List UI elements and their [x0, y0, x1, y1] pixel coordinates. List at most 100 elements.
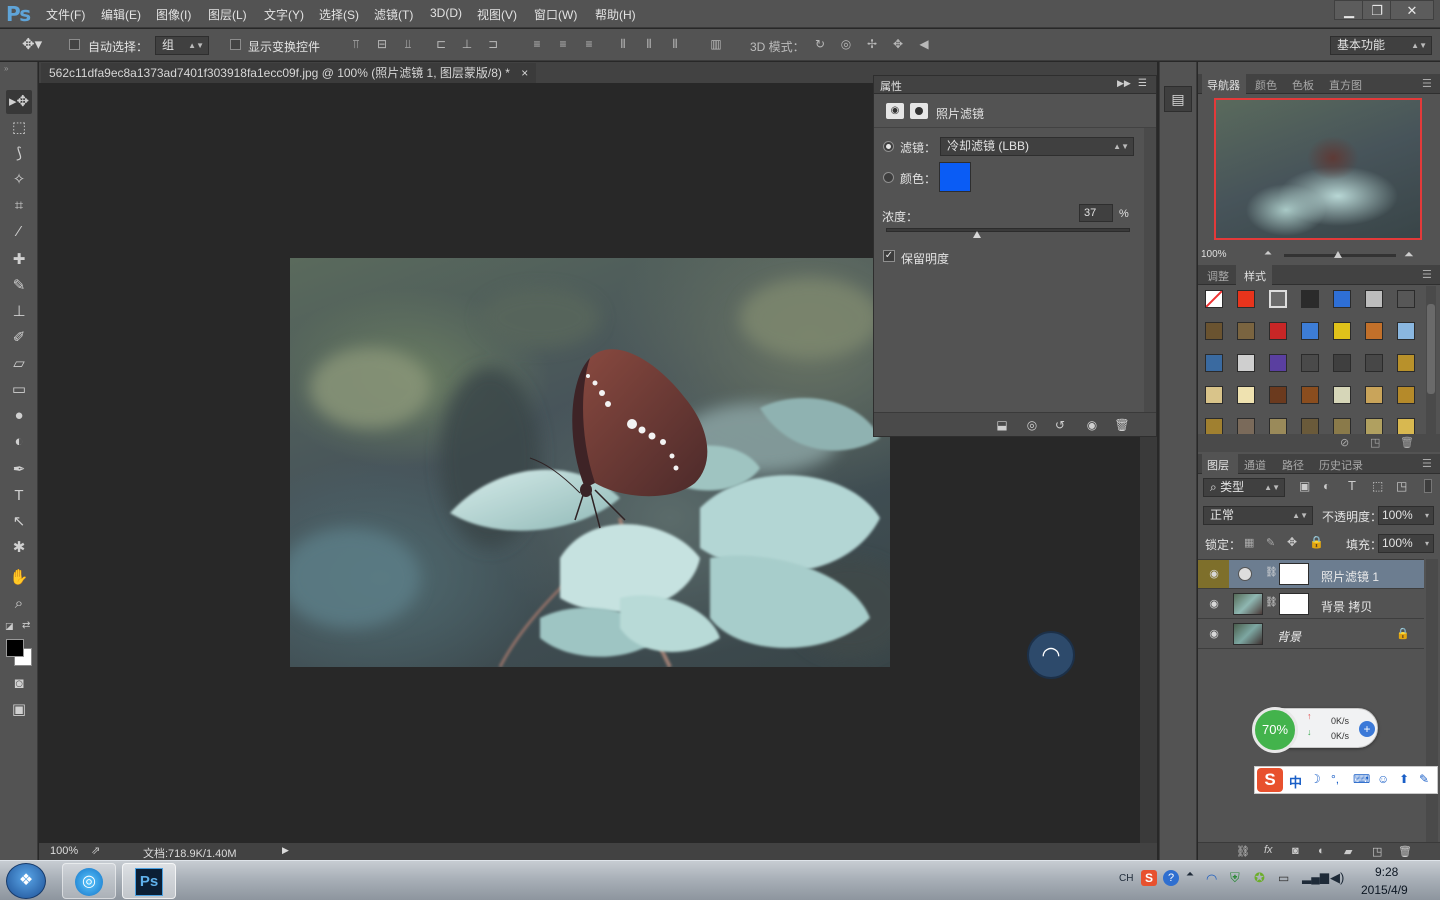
lock-transparent-icon[interactable]: ▦ — [1244, 536, 1254, 549]
new-style-icon[interactable]: ◳ — [1370, 436, 1380, 449]
layer-name[interactable]: 背景 拷贝 — [1321, 598, 1372, 615]
minimize-button[interactable]: ▁ — [1334, 0, 1364, 20]
pen-tool-icon[interactable]: ✒ — [6, 458, 32, 482]
style-preset-swatch[interactable] — [1333, 386, 1351, 404]
style-preset-swatch[interactable] — [1269, 386, 1287, 404]
network-tray-icon[interactable]: ▭ — [1278, 871, 1289, 885]
filter-radio[interactable] — [883, 141, 894, 152]
auto-select-dropdown[interactable]: 组 ▲▼ — [155, 36, 209, 55]
view-previous-state-icon[interactable]: ◎ — [1024, 418, 1040, 432]
menu-help[interactable]: 帮助(H) — [595, 6, 636, 23]
align-bottom-icon[interactable]: ⫫ — [401, 37, 415, 51]
eye-icon[interactable]: ◉ — [1207, 628, 1221, 640]
maximize-button[interactable]: ❐ — [1362, 0, 1392, 20]
menu-image[interactable]: 图像(I) — [156, 6, 191, 23]
align-top-icon[interactable]: ⫪ — [349, 37, 363, 51]
clone-stamp-tool-icon[interactable]: ⊥ — [6, 300, 32, 324]
layer-row[interactable]: ◉ 背景 🔒 — [1198, 620, 1424, 649]
tab-histogram[interactable]: 直方图 — [1329, 77, 1362, 93]
align-left-icon[interactable]: ⊏ — [434, 37, 448, 51]
tab-adjustments[interactable]: 调整 — [1207, 268, 1229, 284]
zoom-slider-thumb[interactable] — [1334, 251, 1342, 258]
move-tool-icon[interactable]: ▸✥ — [6, 90, 32, 114]
layer-name[interactable]: 照片滤镜 1 — [1321, 568, 1379, 585]
properties-dock-icon[interactable]: ▤ — [1164, 86, 1192, 112]
3d-scale-icon[interactable]: ◀ — [917, 37, 931, 51]
security-tray-icon[interactable]: ⛨ — [1230, 870, 1240, 886]
properties-scrollbar[interactable] — [1144, 128, 1156, 412]
style-preset-swatch[interactable] — [1237, 386, 1255, 404]
brush-tool-icon[interactable]: ✎ — [6, 274, 32, 298]
style-preset-swatch[interactable] — [1269, 354, 1287, 372]
style-preset-swatch[interactable] — [1237, 290, 1255, 308]
style-preset-swatch[interactable] — [1333, 290, 1351, 308]
style-preset-swatch[interactable] — [1269, 322, 1287, 340]
distribute-right-icon[interactable]: ⦀ — [668, 37, 682, 51]
layer-filter-dropdown[interactable]: ⌕ 类型 ▲▼ — [1203, 478, 1285, 497]
ime-user-icon[interactable]: ☺ — [1377, 772, 1389, 786]
menu-view[interactable]: 视图(V) — [477, 6, 517, 23]
ime-tools-icon[interactable]: ✎ — [1419, 772, 1429, 786]
eraser-tool-icon[interactable]: ▱ — [6, 352, 32, 376]
styles-scrollbar[interactable] — [1426, 286, 1436, 434]
lock-pixels-icon[interactable]: ✎ — [1266, 536, 1275, 549]
taskbar-browser[interactable]: ◎ — [62, 863, 116, 899]
style-preset-swatch[interactable] — [1333, 418, 1351, 434]
sogou-logo-icon[interactable]: S — [1257, 768, 1283, 792]
style-preset-swatch[interactable] — [1365, 418, 1383, 434]
new-layer-icon[interactable]: ◳ — [1372, 845, 1382, 858]
3d-drag-icon[interactable]: ✢ — [865, 37, 879, 51]
layer-row[interactable]: ◉ ⛓ 背景 拷贝 — [1198, 590, 1424, 619]
style-preset-swatch[interactable] — [1205, 322, 1223, 340]
help-tray-icon[interactable]: ? — [1163, 870, 1179, 886]
wifi-widget-icon[interactable]: ◠ — [1027, 631, 1075, 679]
style-preset-swatch[interactable] — [1365, 322, 1383, 340]
distribute-top-icon[interactable]: ≡ — [530, 37, 544, 51]
menu-select[interactable]: 选择(S) — [319, 6, 359, 23]
menu-edit[interactable]: 编辑(E) — [101, 6, 141, 23]
auto-align-icon[interactable]: ▥ — [709, 37, 723, 51]
lock-position-icon[interactable]: ✥ — [1287, 535, 1297, 549]
style-preset-swatch[interactable] — [1205, 386, 1223, 404]
link-layers-icon[interactable]: ⛓ — [1236, 845, 1250, 858]
delete-style-icon[interactable]: 🗑 — [1400, 436, 1414, 449]
tab-color[interactable]: 颜色 — [1255, 77, 1277, 93]
collapse-panel-icon[interactable]: ▶▶ — [1117, 78, 1131, 89]
layer-name[interactable]: 背景 — [1277, 628, 1301, 645]
workspace-dropdown[interactable]: 基本功能 ▲▼ — [1330, 36, 1432, 55]
crop-tool-icon[interactable]: ⌗ — [6, 194, 32, 218]
style-preset-swatch[interactable] — [1301, 418, 1319, 434]
tab-swatches[interactable]: 色板 — [1292, 77, 1314, 93]
status-menu-arrow-icon[interactable]: ▶ — [282, 845, 289, 856]
delete-layer-icon[interactable]: 🗑 — [1398, 845, 1412, 858]
clock-time[interactable]: 9:28 — [1375, 865, 1398, 879]
style-preset-swatch[interactable] — [1301, 290, 1319, 308]
eyedropper-tool-icon[interactable]: ⁄ — [6, 220, 32, 244]
density-slider-thumb[interactable] — [972, 231, 981, 238]
lasso-tool-icon[interactable]: ⟆ — [6, 142, 32, 166]
eye-icon[interactable]: ◉ — [1207, 568, 1221, 580]
align-hcenter-icon[interactable]: ⊥ — [460, 37, 474, 51]
shape-tool-icon[interactable]: ✱ — [6, 536, 32, 560]
layer-row[interactable]: ◉ ⛓ 照片滤镜 1 — [1198, 560, 1424, 589]
healing-brush-tool-icon[interactable]: ✚ — [6, 248, 32, 272]
app-tray-icon[interactable]: ✪ — [1254, 870, 1265, 886]
style-preset-swatch[interactable] — [1237, 322, 1255, 340]
style-preset-swatch[interactable] — [1365, 386, 1383, 404]
menu-layer[interactable]: 图层(L) — [208, 6, 247, 23]
toggle-visibility-icon[interactable]: ◉ — [1084, 418, 1100, 432]
marquee-tool-icon[interactable]: ⬚ — [6, 116, 32, 140]
magic-wand-tool-icon[interactable]: ✧ — [6, 168, 32, 192]
layer-mask-thumbnail[interactable] — [1279, 593, 1309, 615]
path-selection-tool-icon[interactable]: ↖ — [6, 510, 32, 534]
tab-navigator[interactable]: 导航器 — [1207, 77, 1240, 93]
style-preset-swatch[interactable] — [1205, 290, 1223, 308]
chain-link-icon[interactable]: ⛓ — [1265, 597, 1278, 608]
language-indicator[interactable]: CH — [1119, 873, 1133, 884]
move-tool-preset-icon[interactable]: ✥▾ — [22, 35, 42, 53]
navigator-thumbnail[interactable] — [1214, 98, 1422, 240]
style-preset-swatch[interactable] — [1365, 290, 1383, 308]
document-tab[interactable]: 562c11dfa9ec8a1373ad7401f303918fa1ecc09f… — [41, 63, 537, 83]
style-preset-swatch[interactable] — [1269, 418, 1287, 434]
tab-styles[interactable]: 样式 — [1244, 268, 1266, 284]
